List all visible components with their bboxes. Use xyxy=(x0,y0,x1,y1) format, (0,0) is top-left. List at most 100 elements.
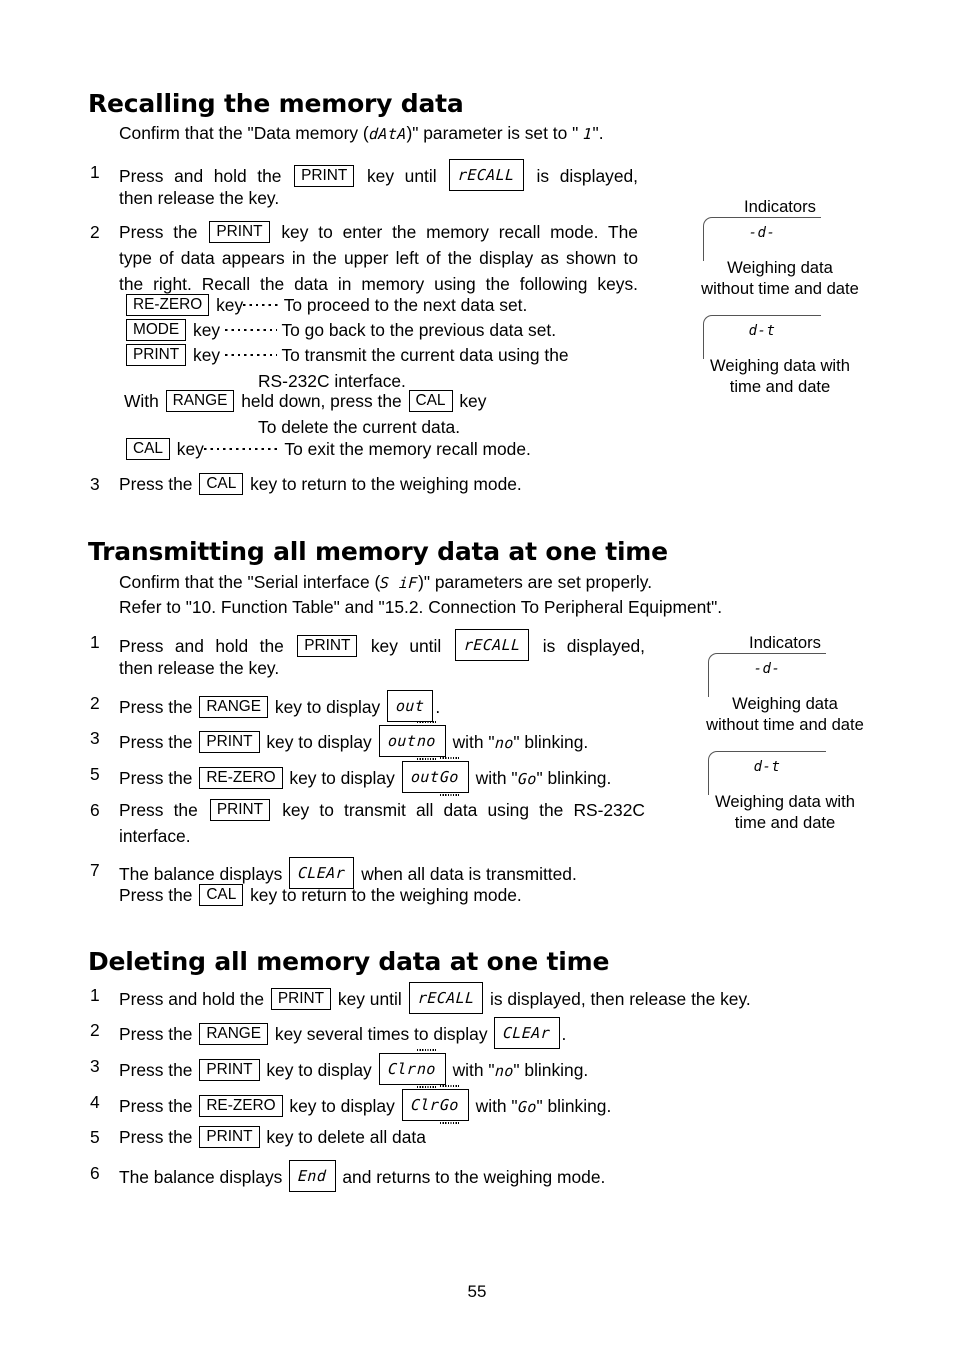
segment-value-1: 1 xyxy=(582,125,594,143)
text-run: )" parameters are set properly. xyxy=(418,572,653,592)
deleting-step3: Press the PRINT key to display Clr no wi… xyxy=(119,1049,589,1088)
text-run: key to display xyxy=(266,1060,372,1080)
lcd-out-no: out no xyxy=(378,721,446,760)
document-page: Recalling the memory data Confirm that t… xyxy=(0,0,954,1350)
key-print[interactable]: PRINT xyxy=(126,344,187,366)
text-run: To exit the memory recall mode. xyxy=(284,439,531,459)
text-run: " blinking. xyxy=(536,1096,612,1116)
recalling-step1-line2: then release the key. xyxy=(119,188,280,208)
text-run: Press and hold the xyxy=(119,636,284,656)
key-print[interactable]: PRINT xyxy=(209,799,271,821)
key-re-zero[interactable]: RE-ZERO xyxy=(126,294,210,316)
key-print[interactable]: PRINT xyxy=(209,221,270,243)
key-range[interactable]: RANGE xyxy=(199,696,269,718)
text-run: Press the xyxy=(119,768,193,788)
text-run: key xyxy=(193,345,221,365)
text-run: To go back to the previous data set. xyxy=(281,320,557,340)
recalling-step3: Press the CAL key to return to the weigh… xyxy=(119,471,522,497)
segment-no: no xyxy=(494,1062,514,1080)
indicator-frame-no-time: -d- xyxy=(708,653,880,699)
text-run: Press the xyxy=(119,1127,193,1147)
recalling-intro-pre: Confirm that the "Data memory ( xyxy=(119,123,369,143)
dot-leader xyxy=(203,440,280,454)
recalling-keyrow-cal: CAL key To exit the memory recall mode. xyxy=(124,436,531,462)
lcd-clr-no: Clr no xyxy=(378,1049,446,1088)
key-cal[interactable]: CAL xyxy=(408,390,453,412)
key-print[interactable]: PRINT xyxy=(297,635,358,657)
indicator-caption-line2: without time and date xyxy=(701,279,859,298)
step-number: 6 xyxy=(90,800,100,820)
text-run: is displayed, then release the key. xyxy=(489,989,751,1009)
text-run: key to display xyxy=(266,732,372,752)
recalling-keyrow-mode: MODE key To go back to the previous data… xyxy=(124,317,556,343)
text-run: key to enter the memory recall mode. The xyxy=(281,222,638,242)
indicator-frame-with-time: d-t xyxy=(708,751,880,797)
indicator-caption-line2: without time and date xyxy=(706,715,864,734)
text-run: key to display xyxy=(274,697,381,717)
key-cal[interactable]: CAL xyxy=(126,438,170,460)
text-run: with " xyxy=(452,732,495,752)
step-number: 4 xyxy=(90,1092,100,1112)
key-print[interactable]: PRINT xyxy=(199,1126,260,1148)
step-number: 1 xyxy=(90,985,100,1005)
key-re-zero[interactable]: RE-ZERO xyxy=(199,1095,283,1117)
text-run: Press the xyxy=(119,697,193,717)
key-print[interactable]: PRINT xyxy=(199,1059,260,1081)
lcd-out: out xyxy=(387,690,434,722)
recalling-keyrow-rezero: RE-ZERO key To proceed to the next data … xyxy=(124,292,527,318)
step-number: 6 xyxy=(90,1163,100,1183)
lcd-recall: rECALL xyxy=(449,159,524,191)
key-re-zero[interactable]: RE-ZERO xyxy=(199,767,283,789)
text-run: key until xyxy=(366,166,437,186)
key-mode[interactable]: MODE xyxy=(126,319,187,341)
deleting-step2: Press the RANGE key several times to dis… xyxy=(119,1017,566,1049)
indicator-frame-with-time: d-t xyxy=(703,315,875,361)
deleting-step1: Press and hold the PRINT key until rECAL… xyxy=(119,982,751,1014)
text-run: is displayed, xyxy=(542,636,646,656)
lcd-clear: CLEAr xyxy=(494,1017,560,1049)
text-run: key to display xyxy=(289,768,395,788)
recalling-with-range-row: With RANGE held down, press the CAL key xyxy=(124,388,486,414)
transmitting-step3: Press the PRINT key to display out no wi… xyxy=(119,721,588,760)
step-number: 2 xyxy=(90,222,100,242)
text-run: with " xyxy=(452,1060,495,1080)
text-run: with " xyxy=(475,1096,518,1116)
text-run: With xyxy=(124,391,159,411)
text-run: Confirm that the "Serial interface ( xyxy=(119,572,381,592)
indicators-title: Indicators xyxy=(744,197,816,216)
step-number: 2 xyxy=(90,1020,100,1040)
text-run: Press the xyxy=(119,732,193,752)
key-print[interactable]: PRINT xyxy=(270,988,332,1010)
transmitting-step6-line2: interface. xyxy=(119,826,191,846)
blink-indicator: no xyxy=(416,1049,437,1088)
text-run: " blinking. xyxy=(513,1060,589,1080)
segment-go: Go xyxy=(517,770,537,788)
key-range[interactable]: RANGE xyxy=(165,390,235,412)
key-print[interactable]: PRINT xyxy=(294,165,355,187)
indicators-title: Indicators xyxy=(749,633,821,652)
text-run: Press the xyxy=(119,474,193,494)
blink-indicator: Go xyxy=(439,1085,460,1124)
recalling-step2-line2: type of data appears in the upper left o… xyxy=(119,248,638,268)
text-run: key to display xyxy=(289,1096,395,1116)
key-cal[interactable]: CAL xyxy=(199,473,244,495)
heading-transmitting-all-memory-data: Transmitting all memory data at one time xyxy=(88,537,668,566)
key-range[interactable]: RANGE xyxy=(199,1023,269,1045)
recalling-intro-post: ". xyxy=(592,123,604,143)
blink-indicator: no xyxy=(416,721,437,760)
blink-indicator: Go xyxy=(439,757,460,796)
text-run: key several times to display xyxy=(274,1024,488,1044)
step-number: 1 xyxy=(90,162,100,182)
dot-leader xyxy=(224,321,277,335)
text-run: key to return to the weighing mode. xyxy=(250,474,522,494)
key-cal[interactable]: CAL xyxy=(199,884,244,906)
text-run: Press the xyxy=(119,1024,193,1044)
text-run: Press the xyxy=(119,1096,193,1116)
lcd-recall: rECALL xyxy=(454,629,530,661)
text-run: and returns to the weighing mode. xyxy=(342,1167,606,1187)
text-run: To transmit the current data using the xyxy=(281,345,569,365)
text-run: Press the xyxy=(119,885,193,905)
key-print[interactable]: PRINT xyxy=(199,731,260,753)
segment-sif-param: S iF xyxy=(379,574,419,592)
lcd-end: End xyxy=(289,1160,336,1192)
